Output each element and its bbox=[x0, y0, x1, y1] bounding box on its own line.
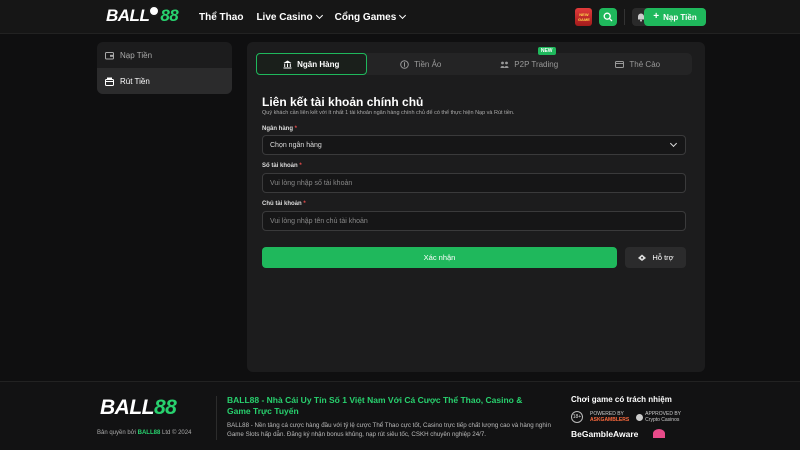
withdraw-icon bbox=[105, 77, 114, 86]
chevron-down-icon bbox=[669, 139, 678, 148]
new-badge: NEW bbox=[537, 47, 556, 55]
top-header: BALL 88 Thể Thao Live Casino Cổng Games … bbox=[0, 0, 800, 34]
responsible-gaming-title: Chơi game có trách nhiệm bbox=[571, 395, 672, 404]
card-icon bbox=[615, 60, 625, 68]
ball-icon bbox=[148, 5, 161, 17]
nav-item-games[interactable]: Cổng Games bbox=[335, 11, 407, 23]
coin-icon bbox=[400, 59, 409, 69]
search-button[interactable] bbox=[599, 8, 618, 26]
footer-logo[interactable]: BALL88 bbox=[100, 396, 177, 420]
account-holder-label: Chủ tài khoản * bbox=[262, 201, 306, 207]
bank-select[interactable]: Chọn ngân hàng bbox=[262, 135, 686, 155]
form-description: Quý khách cần liên kết với ít nhất 1 tài… bbox=[262, 110, 515, 116]
nav-item-live-casino[interactable]: Live Casino bbox=[256, 11, 323, 23]
support-icon bbox=[638, 254, 647, 261]
tab-p2p-trading[interactable]: P2P Trading NEW bbox=[475, 47, 584, 75]
payment-method-tabs: Ngân Hàng Tiền Ảo P2P Trading NEW Thẻ Cà… bbox=[256, 47, 693, 75]
bank-icon bbox=[283, 60, 292, 68]
bank-label: Ngân hàng * bbox=[262, 126, 298, 132]
tab-crypto[interactable]: Tiền Ảo bbox=[367, 53, 476, 75]
chevron-down-icon bbox=[315, 11, 323, 20]
help-button[interactable]: Hỗ trợ bbox=[625, 247, 686, 268]
brand-logo[interactable]: BALL 88 bbox=[106, 5, 179, 26]
search-icon bbox=[603, 12, 613, 22]
footer-description: BALL88 - Nền tảng cá cược hàng đầu với t… bbox=[227, 422, 551, 438]
wallet-icon bbox=[105, 51, 114, 59]
footer-divider bbox=[216, 396, 217, 440]
askgamblers-logo[interactable]: POWERED BY ASKGAMBLERS bbox=[590, 411, 629, 423]
responsible-logos: 18+ POWERED BY ASKGAMBLERS APPROVED BY C… bbox=[571, 411, 681, 423]
sidebar-item-deposit[interactable]: Nạp Tiền bbox=[97, 42, 232, 68]
header-divider bbox=[624, 9, 626, 25]
crypto-badge-icon bbox=[636, 413, 644, 421]
tab-scratch-card[interactable]: Thẻ Cào bbox=[584, 53, 693, 75]
p2p-icon bbox=[500, 61, 509, 68]
new-game-promo-icon[interactable]: NEW GAME bbox=[575, 8, 593, 26]
site-footer: BALL88 Bản quyền bởi BALL88 Ltd © 2024 B… bbox=[0, 381, 800, 450]
copyright-text: Bản quyền bởi BALL88 Ltd © 2024 bbox=[97, 430, 192, 436]
withdraw-panel: Ngân Hàng Tiền Ảo P2P Trading NEW Thẻ Cà… bbox=[247, 42, 705, 372]
gamcare-icon bbox=[653, 429, 665, 438]
main-nav: Thể Thao Live Casino Cổng Games bbox=[199, 0, 407, 34]
account-number-label: Số tài khoản * bbox=[262, 163, 302, 169]
sidebar-item-withdraw[interactable]: Rút Tiền bbox=[97, 68, 232, 94]
submit-button[interactable]: Xác nhận bbox=[262, 247, 617, 268]
footer-title: BALL88 - Nhà Cái Uy Tín Số 1 Việt Nam Vớ… bbox=[227, 395, 523, 416]
begambleaware-logo[interactable]: BeGambleAware bbox=[571, 429, 638, 439]
crypto-casinos-logo[interactable]: APPROVED BY Crypto Casinos bbox=[636, 411, 681, 423]
nav-item-sports[interactable]: Thể Thao bbox=[199, 12, 243, 23]
deposit-button[interactable]: + Nạp Tiền bbox=[644, 8, 706, 26]
account-number-input[interactable]: Vui lòng nhập số tài khoản bbox=[262, 173, 686, 193]
chevron-down-icon bbox=[399, 11, 407, 20]
account-sidebar: Nạp Tiền Rút Tiền bbox=[97, 42, 232, 94]
form-title: Liên kết tài khoản chính chủ bbox=[262, 95, 424, 109]
age-limit-icon: 18+ bbox=[571, 411, 583, 423]
plus-icon: + bbox=[653, 11, 660, 22]
tab-bank[interactable]: Ngân Hàng bbox=[256, 53, 367, 75]
account-holder-input[interactable]: Vui lòng nhập tên chủ tài khoản bbox=[262, 211, 686, 231]
